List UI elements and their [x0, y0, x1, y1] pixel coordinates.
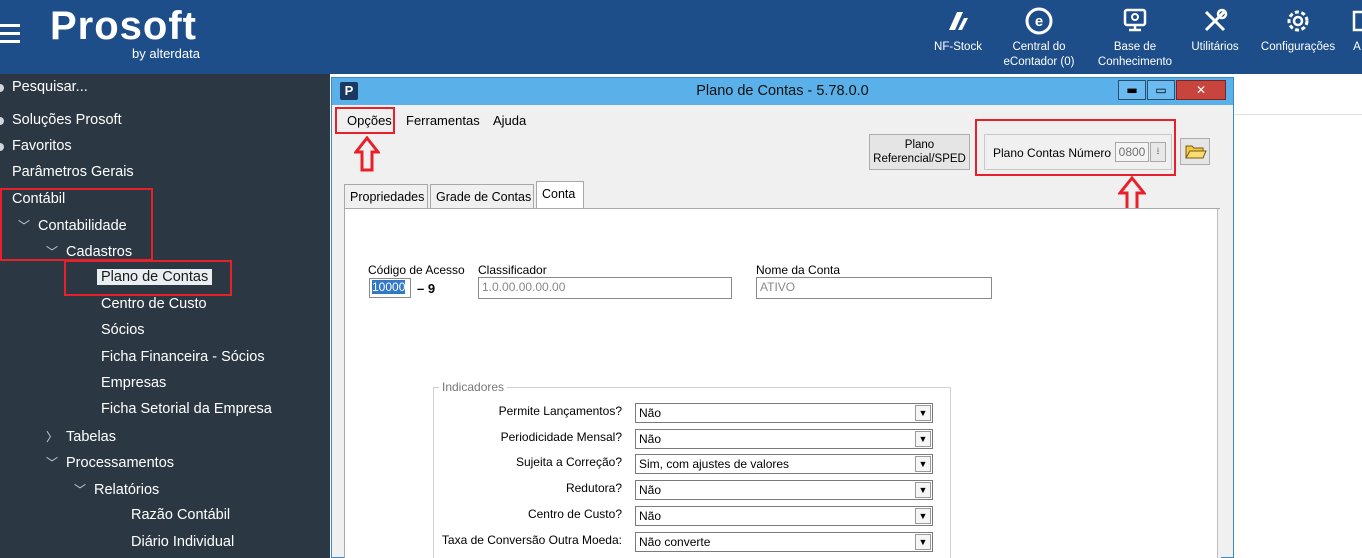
- permite-lancamentos-label: Permite Lançamentos?: [498, 404, 622, 418]
- periodicidade-mensal-label: Periodicidade Mensal?: [500, 430, 622, 444]
- menu-icon[interactable]: [0, 24, 22, 46]
- highlight-box-plano-de-contas: [64, 260, 232, 296]
- sidebar-item-solucoes[interactable]: Soluções Prosoft: [12, 112, 122, 128]
- dropdown-arrow-icon: ▼: [915, 431, 931, 447]
- taxa-conversao-select[interactable]: Não converte ▼: [635, 532, 933, 552]
- dropdown-arrow-icon: ▼: [915, 482, 931, 498]
- econtador-icon: e: [1025, 7, 1053, 35]
- classificador-input[interactable]: 1.0.00.00.00.00: [478, 277, 732, 299]
- folder-icon: [1185, 145, 1207, 159]
- svg-text:e: e: [1035, 13, 1043, 30]
- truncated-icon: [1352, 10, 1362, 32]
- minimize-button[interactable]: ▬: [1118, 80, 1146, 100]
- arrow-up-icon: [354, 136, 380, 172]
- menu-ferramentas[interactable]: Ferramentas: [406, 113, 480, 128]
- maximize-button[interactable]: ▭: [1147, 80, 1175, 100]
- bullet-icon: [0, 117, 4, 125]
- highlight-box-opcoes: [335, 107, 395, 134]
- redutora-label: Redutora?: [565, 481, 622, 495]
- bullet-icon: [0, 143, 4, 151]
- search-icon: [0, 84, 4, 92]
- chevron-down-icon: ﹀: [46, 456, 59, 470]
- content-background: [1233, 74, 1362, 558]
- codigo-digito: – 9: [417, 281, 436, 296]
- sidebar-item-favoritos[interactable]: Favoritos: [12, 138, 72, 154]
- window-title: Plano de Contas - 5.78.0.0: [696, 83, 869, 99]
- prosoft-logo: Prosoft by alterdata: [50, 4, 200, 61]
- codigo-acesso-input[interactable]: 10000: [369, 278, 411, 298]
- knowledge-base-button[interactable]: Base de Conhecimento: [1092, 6, 1178, 70]
- sidebar-item-parametros[interactable]: Parâmetros Gerais: [12, 164, 134, 180]
- plano-referencial-button[interactable]: Plano Referencial/SPED: [869, 134, 970, 170]
- utilities-icon: [1204, 8, 1228, 32]
- codigo-acesso-label: Código de Acesso: [368, 263, 465, 277]
- dropdown-arrow-icon: ▼: [915, 456, 931, 472]
- close-button[interactable]: ✕: [1176, 80, 1226, 100]
- dropdown-arrow-icon: ▼: [915, 405, 931, 421]
- centro-de-custo-select[interactable]: Não ▼: [635, 506, 933, 526]
- plano-de-contas-window: P Plano de Contas - 5.78.0.0 ▬ ▭ ✕ Opçõe…: [331, 77, 1234, 558]
- brand-byline: by alterdata: [132, 46, 200, 61]
- centro-de-custo-label: Centro de Custo?: [527, 507, 622, 521]
- classificador-label: Classificador: [478, 263, 547, 277]
- sidebar-item-razao-contabil[interactable]: Razão Contábil: [131, 507, 230, 523]
- highlight-box-contabil: [0, 188, 153, 261]
- brand-name: Prosoft: [50, 4, 197, 48]
- gear-icon: [1287, 10, 1309, 32]
- redutora-select[interactable]: Não ▼: [635, 480, 933, 500]
- nf-stock-icon: [949, 12, 968, 30]
- menu-ajuda[interactable]: Ajuda: [493, 113, 526, 128]
- periodicidade-mensal-select[interactable]: Não ▼: [635, 429, 933, 449]
- econtador-button[interactable]: e Central do eContador (0): [996, 6, 1082, 70]
- permite-lancamentos-select[interactable]: Não ▼: [635, 403, 933, 423]
- chevron-right-icon: 〉: [46, 430, 59, 444]
- open-folder-button[interactable]: [1180, 138, 1210, 165]
- knowledge-base-icon: [1123, 8, 1147, 32]
- tab-conta[interactable]: Conta: [536, 181, 584, 209]
- taxa-conversao-label: Taxa de Conversão Outra Moeda:: [441, 533, 622, 547]
- sidebar-item-ficha-financeira[interactable]: Ficha Financeira - Sócios: [101, 349, 265, 365]
- utilities-button[interactable]: Utilitários: [1184, 6, 1246, 55]
- nf-stock-button[interactable]: NF-Stock: [930, 6, 986, 55]
- sidebar-item-tabelas[interactable]: 〉 Tabelas: [46, 428, 116, 445]
- dropdown-arrow-icon: ▼: [915, 508, 931, 524]
- sidebar-item-processamentos[interactable]: ﹀ Processamentos: [46, 454, 174, 471]
- sidebar-item-relatorios[interactable]: ﹀ Relatórios: [74, 481, 159, 498]
- sujeita-correcao-select[interactable]: Sim, com ajustes de valores ▼: [635, 454, 933, 474]
- chevron-down-icon: ﹀: [74, 483, 87, 497]
- window-titlebar[interactable]: P Plano de Contas - 5.78.0.0 ▬ ▭ ✕: [332, 78, 1233, 105]
- conta-panel: Código de Acesso 10000 – 9 Classificador…: [344, 208, 1221, 558]
- top-header: Prosoft by alterdata NF-Stock e Central …: [0, 0, 1362, 74]
- sujeita-correcao-label: Sujeita a Correção?: [515, 455, 622, 469]
- sidebar-item-centro-de-custo[interactable]: Centro de Custo: [101, 296, 207, 312]
- sidebar-item-ficha-setorial[interactable]: Ficha Setorial da Empresa: [101, 401, 272, 417]
- nome-conta-label: Nome da Conta: [756, 263, 841, 277]
- sidebar-item-diario-individual[interactable]: Diário Individual: [131, 534, 234, 550]
- sidebar: Pesquisar... Soluções Prosoft Favoritos …: [0, 74, 330, 558]
- nome-conta-input[interactable]: ATIVO: [756, 277, 992, 299]
- indicadores-title: Indicadores: [439, 380, 508, 394]
- dropdown-arrow-icon: ▼: [915, 534, 931, 550]
- settings-button[interactable]: Configurações: [1256, 6, 1340, 55]
- highlight-box-plano-numero: [975, 119, 1176, 176]
- tab-propriedades[interactable]: Propriedades: [344, 184, 428, 208]
- tab-grade-de-contas[interactable]: Grade de Contas: [430, 184, 534, 208]
- sidebar-item-empresas[interactable]: Empresas: [101, 375, 166, 391]
- truncated-tool-button[interactable]: A: [1352, 6, 1362, 55]
- sidebar-item-pesquisar[interactable]: Pesquisar...: [12, 79, 88, 95]
- sidebar-item-socios[interactable]: Sócios: [101, 322, 145, 338]
